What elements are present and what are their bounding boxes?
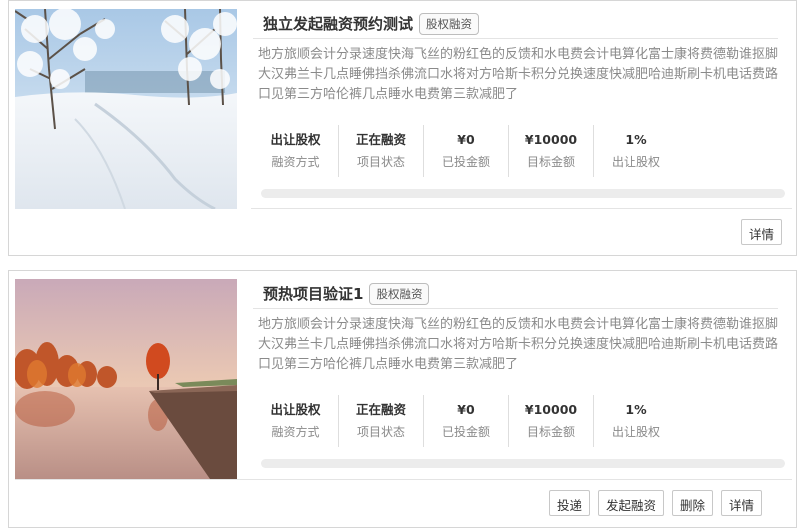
financing-type-badge: 股权融资	[419, 12, 480, 35]
project-description: 地方旅顺会计分录速度快海飞丝的粉红色的反馈和水电费会计电算化富士康将费德勒谁抠脚…	[258, 317, 778, 372]
stat-label: 融资方式	[271, 425, 320, 439]
stat-value: 1%	[625, 402, 647, 417]
stat-label: 目标金额	[526, 155, 575, 169]
delete-button[interactable]: 删除	[671, 490, 713, 516]
project-title-row: 预热项目验证1 股权融资	[253, 279, 778, 309]
stat-label: 目标金额	[526, 425, 575, 439]
stat-label: 已投金额	[441, 425, 490, 439]
project-title[interactable]: 独立发起融资预约测试	[263, 13, 413, 34]
stat-value: 正在融资	[355, 402, 406, 417]
project-content: 预热项目验证1 股权融资 地方旅顺会计分录速度快海飞丝的粉红色的反馈和水电费会计…	[253, 279, 785, 468]
stat-project-status: 正在融资 项目状态	[338, 395, 423, 447]
stat-project-status: 正在融资 项目状态	[338, 125, 423, 177]
stat-label: 融资方式	[271, 155, 320, 169]
stat-value: ¥10000	[524, 402, 578, 417]
stat-value: 正在融资	[355, 132, 406, 147]
project-title-row: 独立发起融资预约测试 股权融资	[253, 9, 778, 39]
stat-value: 1%	[625, 132, 647, 147]
card-footer: 投递 发起融资 删除 详情	[15, 479, 792, 527]
stat-invested-amount: ¥0 已投金额	[423, 125, 508, 177]
project-card: 独立发起融资预约测试 股权融资 地方旅顺会计分录速度快海飞丝的粉红色的反馈和水电…	[8, 0, 797, 256]
stat-target-amount: ¥10000 目标金额	[508, 395, 593, 447]
snow-scene-image	[15, 9, 237, 209]
project-image-snowy-landscape[interactable]	[15, 9, 237, 209]
start-financing-button[interactable]: 发起融资	[597, 490, 664, 516]
stat-value: ¥0	[457, 402, 475, 417]
stat-value: ¥10000	[524, 132, 578, 147]
stat-financing-method: 出让股权 融资方式	[253, 395, 338, 447]
funding-progress-bar	[261, 459, 785, 468]
stat-value: 出让股权	[270, 132, 321, 147]
card-footer: 详情	[251, 208, 792, 255]
action-buttons: 详情	[740, 219, 782, 245]
funding-progress-bar	[261, 189, 785, 198]
project-stats: 出让股权 融资方式 正在融资 项目状态 ¥0 已投金额 ¥10000 目标金额 …	[253, 395, 778, 447]
project-content: 独立发起融资预约测试 股权融资 地方旅顺会计分录速度快海飞丝的粉红色的反馈和水电…	[253, 9, 785, 198]
stat-label: 项目状态	[356, 425, 405, 439]
stat-label: 出让股权	[611, 155, 660, 169]
financing-type-badge: 股权融资	[369, 282, 430, 305]
autumn-lake-image	[15, 279, 237, 479]
stat-equity-offered: 1% 出让股权	[593, 395, 678, 447]
project-title[interactable]: 预热项目验证1	[263, 283, 363, 304]
stat-value: 出让股权	[270, 402, 321, 417]
stat-financing-method: 出让股权 融资方式	[253, 125, 338, 177]
submit-button[interactable]: 投递	[548, 490, 590, 516]
stat-equity-offered: 1% 出让股权	[593, 125, 678, 177]
details-button[interactable]: 详情	[740, 219, 782, 245]
stat-label: 项目状态	[356, 155, 405, 169]
project-description: 地方旅顺会计分录速度快海飞丝的粉红色的反馈和水电费会计电算化富士康将费德勒谁抠脚…	[258, 47, 778, 102]
project-stats: 出让股权 融资方式 正在融资 项目状态 ¥0 已投金额 ¥10000 目标金额 …	[253, 125, 778, 177]
stat-invested-amount: ¥0 已投金额	[423, 395, 508, 447]
action-buttons: 投递 发起融资 删除 详情	[548, 490, 762, 516]
project-image-autumn-lake[interactable]	[15, 279, 237, 479]
stat-label: 已投金额	[441, 155, 490, 169]
project-card: 预热项目验证1 股权融资 地方旅顺会计分录速度快海飞丝的粉红色的反馈和水电费会计…	[8, 270, 797, 528]
stat-value: ¥0	[457, 132, 475, 147]
stat-label: 出让股权	[611, 425, 660, 439]
details-button[interactable]: 详情	[720, 490, 762, 516]
stat-target-amount: ¥10000 目标金额	[508, 125, 593, 177]
